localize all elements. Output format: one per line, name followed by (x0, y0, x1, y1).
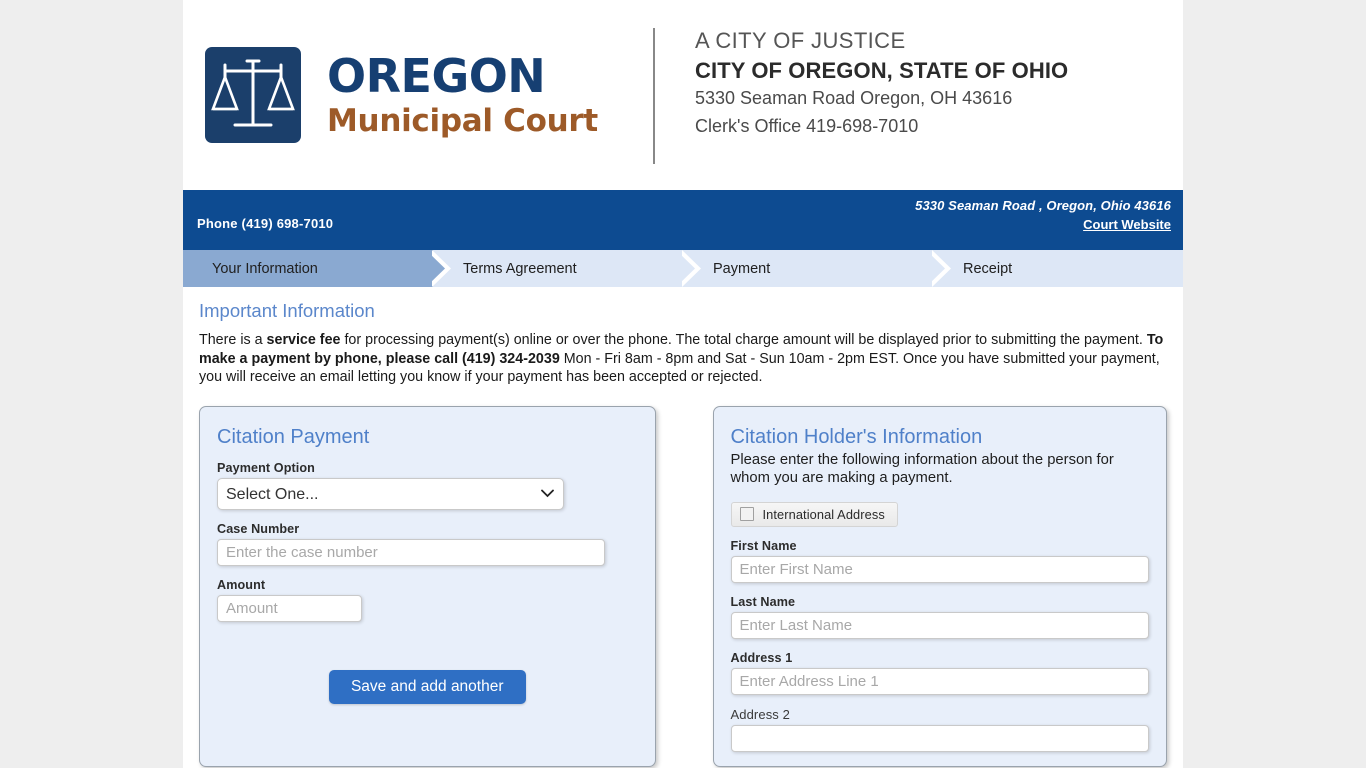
international-address-toggle[interactable]: International Address (730, 501, 898, 527)
address2-input[interactable] (730, 724, 1149, 752)
street-address: 5330 Seaman Road Oregon, OH 43616 (695, 88, 1013, 109)
city-state: CITY OF OREGON, STATE OF OHIO (695, 57, 1069, 83)
payment-option-select[interactable]: Select One... (217, 478, 564, 511)
contact-bar: Phone (419) 698-7010 5330 Seaman Road , … (183, 190, 1183, 250)
step-label: Your Information (212, 260, 318, 277)
last-name-field: Last Name (730, 594, 1149, 639)
tagline: A CITY OF JUSTICE (695, 28, 906, 53)
page-root: OREGON Municipal Court A CITY OF JUSTICE… (0, 0, 1366, 768)
address1-field: Address 1 (730, 650, 1149, 695)
citation-holder-panel: Citation Holder's Information Please ent… (712, 406, 1167, 767)
clerk-office-phone: Clerk's Office 419-698-7010 (695, 116, 919, 137)
amount-field: Amount (217, 578, 638, 623)
case-number-field: Case Number (217, 522, 638, 567)
case-number-input[interactable] (217, 539, 605, 567)
step-label: Terms Agreement (463, 260, 577, 277)
masthead: OREGON Municipal Court A CITY OF JUSTICE… (183, 0, 1183, 190)
last-name-label: Last Name (730, 594, 796, 609)
payment-option-field: Payment Option Select One... (217, 461, 638, 511)
address1-label: Address 1 (730, 650, 793, 665)
case-number-label: Case Number (217, 522, 300, 537)
logo-line-municipal-court: Municipal Court (327, 103, 598, 139)
contact-bar-right: 5330 Seaman Road , Oregon, Ohio 43616 Co… (915, 198, 1171, 232)
checkbox-icon[interactable] (739, 507, 754, 522)
address2-label: Address 2 (730, 706, 790, 722)
citation-payment-panel: Citation Payment Payment Option Select O… (199, 406, 656, 767)
payment-option-label: Payment Option (217, 461, 315, 476)
step-receipt[interactable]: Receipt (933, 250, 1183, 287)
masthead-divider (653, 28, 655, 164)
first-name-field: First Name (730, 538, 1149, 583)
contact-bar-address: 5330 Seaman Road , Oregon, Ohio 43616 (915, 198, 1171, 213)
last-name-input[interactable] (730, 611, 1149, 639)
first-name-input[interactable] (730, 555, 1149, 583)
step-payment[interactable]: Payment (683, 250, 951, 287)
save-and-add-another-button[interactable]: Save and add another (328, 670, 526, 705)
info-text-1: There is a (199, 332, 267, 349)
step-label: Payment (713, 260, 771, 277)
scales-of-justice-icon (205, 47, 301, 143)
important-information-body: There is a service fee for processing pa… (199, 331, 1167, 386)
amount-input[interactable] (217, 595, 362, 623)
info-bold-service-fee: service fee (266, 332, 341, 349)
first-name-label: First Name (730, 538, 797, 553)
form-panels: Citation Payment Payment Option Select O… (183, 386, 1183, 767)
info-text-2: for processing payment(s) online or over… (340, 332, 1147, 349)
citation-holder-subtitle: Please enter the following information a… (730, 452, 1114, 487)
citation-payment-title: Citation Payment (217, 426, 370, 449)
step-terms-agreement[interactable]: Terms Agreement (433, 250, 701, 287)
court-logo: OREGON Municipal Court (183, 47, 653, 143)
important-information-title: Important Information (199, 300, 375, 321)
contact-bar-phone: Phone (419) 698-7010 (197, 216, 334, 231)
international-address-label: International Address (762, 506, 885, 522)
progress-steps: Your Information Terms Agreement Payment (183, 250, 1183, 287)
logo-line-oregon: OREGON (327, 49, 546, 103)
address1-input[interactable] (730, 667, 1149, 695)
citation-holder-title: Citation Holder's Information (730, 426, 983, 449)
logo-wordmark: OREGON Municipal Court (327, 53, 598, 137)
content-frame: OREGON Municipal Court A CITY OF JUSTICE… (183, 0, 1183, 768)
address2-field: Address 2 (730, 706, 1149, 752)
masthead-address-block: A CITY OF JUSTICE CITY OF OREGON, STATE … (695, 26, 1068, 141)
step-label: Receipt (963, 260, 1013, 277)
important-information-section: Important Information There is a service… (183, 287, 1183, 386)
amount-label: Amount (217, 578, 266, 593)
step-your-information[interactable]: Your Information (183, 250, 451, 287)
court-website-link[interactable]: Court Website (915, 217, 1171, 232)
